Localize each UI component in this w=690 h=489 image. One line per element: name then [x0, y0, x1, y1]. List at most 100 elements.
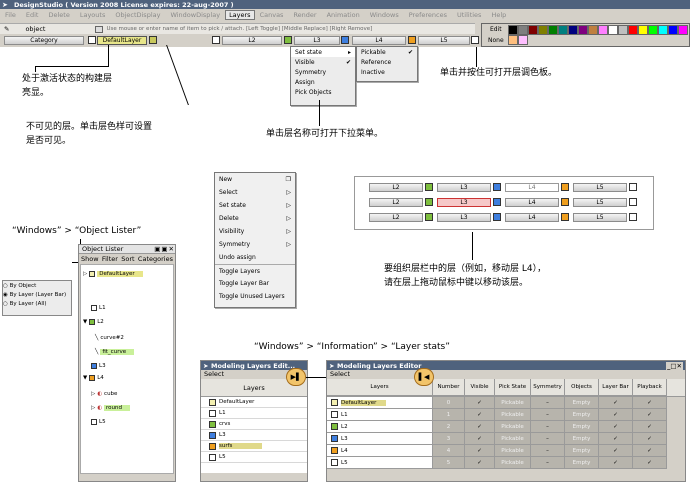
- palette-color-swatch[interactable]: [628, 25, 638, 35]
- layer-button-l2[interactable]: L2: [222, 36, 282, 45]
- mle-small-layer-row[interactable]: crvs: [201, 419, 307, 430]
- layer-swatch-icon[interactable]: [91, 418, 97, 425]
- layer-button-l5[interactable]: L5: [418, 36, 470, 45]
- object-lister-tree-item[interactable]: ▷ DefaultLayer: [83, 269, 143, 278]
- palette-color-swatch[interactable]: [668, 25, 678, 35]
- layer-swatch-icon[interactable]: [209, 453, 216, 461]
- layer-swatch-icon[interactable]: [89, 318, 96, 325]
- layer-swatch-icon[interactable]: [209, 420, 216, 428]
- reorder-layer-swatch[interactable]: [425, 213, 433, 221]
- palette-color-swatch[interactable]: [598, 25, 608, 35]
- layer-name-cell[interactable]: DefaultLayer: [327, 397, 433, 409]
- object-lister-menu-item[interactable]: Filter: [102, 255, 118, 263]
- menu-animation[interactable]: Animation: [322, 11, 365, 19]
- layer-button-default[interactable]: DefaultLayer: [97, 36, 147, 45]
- palette-color-swatch[interactable]: [568, 25, 578, 35]
- layer-swatch-icon[interactable]: [331, 435, 338, 442]
- layer-swatch-icon[interactable]: [209, 409, 216, 417]
- object-lister-menu-item[interactable]: Sort: [121, 255, 134, 263]
- reorder-layer-swatch[interactable]: [561, 198, 569, 206]
- object-lister-tree-item[interactable]: ▷ ◐ round: [91, 403, 131, 412]
- layer-swatch-icon[interactable]: [91, 362, 97, 369]
- menu-symmetry[interactable]: Symmetry: [291, 67, 355, 77]
- object-lister-tree-item[interactable]: L5: [91, 417, 106, 426]
- layer-name-cell[interactable]: L2: [327, 421, 433, 433]
- mle-toggle-button-small[interactable]: ▶▌: [286, 368, 306, 386]
- column-header[interactable]: Layer Bar: [599, 379, 633, 396]
- column-header[interactable]: Symmetry: [531, 379, 565, 396]
- palette-color-swatch[interactable]: [558, 25, 568, 35]
- mle-big-row[interactable]: L2 2 ✓ Pickable – Empty ✓ ✓: [327, 421, 685, 433]
- mle-big-row[interactable]: L1 1 ✓ Pickable – Empty ✓ ✓: [327, 409, 685, 421]
- radio-by-layer-bar[interactable]: ◉ By Layer (Layer Bar): [3, 290, 71, 299]
- palette-color-swatch[interactable]: [648, 25, 658, 35]
- context-menu-item[interactable]: Symmetry ▷: [215, 238, 295, 251]
- palette-color-swatch[interactable]: [528, 25, 538, 35]
- reorder-layer-button[interactable]: L5: [573, 183, 627, 192]
- pick-icon[interactable]: ✎: [4, 25, 9, 33]
- expand-icon[interactable]: ▼: [83, 319, 87, 325]
- layer-name-cell[interactable]: L5: [327, 457, 433, 469]
- column-header[interactable]: Number: [433, 379, 465, 396]
- window-controls-icon[interactable]: _□✕: [666, 361, 683, 370]
- context-menu-item[interactable]: Delete ▷: [215, 212, 295, 225]
- object-lister-tree-item[interactable]: ▷ ◐ cube: [91, 389, 117, 398]
- menu-windows[interactable]: Windows: [365, 11, 404, 19]
- layer-button-l4[interactable]: L4: [352, 36, 406, 45]
- layer-swatch-icon[interactable]: [209, 398, 216, 406]
- reorder-layer-button[interactable]: L5: [573, 213, 627, 222]
- palette-color-swatch[interactable]: [508, 35, 518, 45]
- reorder-layer-button[interactable]: L2: [369, 198, 423, 207]
- expand-icon[interactable]: ▼: [83, 375, 87, 381]
- menu-file[interactable]: File: [0, 11, 21, 19]
- expand-icon[interactable]: ▷: [83, 271, 87, 277]
- menu-edit[interactable]: Edit: [21, 11, 44, 19]
- expand-icon[interactable]: ▷: [91, 405, 95, 411]
- palette-color-swatch[interactable]: [518, 35, 528, 45]
- menu-assign[interactable]: Assign: [291, 77, 355, 87]
- palette-color-swatch[interactable]: [548, 25, 558, 35]
- mle-big-row[interactable]: L3 3 ✓ Pickable – Empty ✓ ✓: [327, 433, 685, 445]
- reorder-layer-swatch[interactable]: [425, 198, 433, 206]
- layer-swatch-icon[interactable]: [89, 270, 96, 277]
- object-lister-tree-item[interactable]: ╲ fit_curve: [95, 347, 135, 356]
- menu-preferences[interactable]: Preferences: [404, 11, 452, 19]
- palette-color-swatch[interactable]: [678, 25, 688, 35]
- context-menu-item[interactable]: New ❐: [215, 173, 295, 186]
- menu-objectdisplay[interactable]: ObjectDisplay: [110, 11, 165, 19]
- layer-swatch-l3[interactable]: [341, 36, 349, 44]
- window-controls-icon[interactable]: ▣▣✕: [154, 245, 175, 253]
- radio-by-object[interactable]: ○ By Object: [3, 281, 71, 290]
- menu-layouts[interactable]: Layouts: [75, 11, 110, 19]
- layer-swatch-icon[interactable]: [331, 447, 338, 454]
- reorder-layer-button[interactable]: L3: [437, 198, 491, 207]
- reorder-layer-button[interactable]: L2: [369, 183, 423, 192]
- reorder-layer-swatch[interactable]: [425, 183, 433, 191]
- reorder-layer-swatch[interactable]: [561, 183, 569, 191]
- reorder-layer-swatch[interactable]: [493, 213, 501, 221]
- layer-swatch-icon[interactable]: [209, 442, 216, 450]
- pick-toggle-icon[interactable]: [95, 25, 104, 33]
- layer-swatch-icon[interactable]: [91, 304, 97, 311]
- reorder-layer-button[interactable]: L3: [437, 213, 491, 222]
- reorder-layer-swatch[interactable]: [629, 183, 637, 191]
- layer-swatch-icon[interactable]: [89, 374, 96, 381]
- layer-swatch-l4[interactable]: [408, 36, 416, 44]
- mle-big-row[interactable]: L4 4 ✓ Pickable – Empty ✓ ✓: [327, 445, 685, 457]
- layer-swatch-l1[interactable]: [212, 36, 220, 44]
- reorder-layer-button[interactable]: L2: [369, 213, 423, 222]
- palette-color-swatch[interactable]: [518, 25, 528, 35]
- reorder-layer-swatch[interactable]: [493, 198, 501, 206]
- layer-swatch-icon[interactable]: [331, 399, 338, 406]
- context-menu-item[interactable]: Undo assign: [215, 251, 295, 264]
- reorder-layer-swatch[interactable]: [629, 198, 637, 206]
- menu-delete[interactable]: Delete: [43, 11, 74, 19]
- menu-set-state[interactable]: Set state ▸: [291, 47, 355, 57]
- default-layer-color-swatch[interactable]: [149, 36, 157, 44]
- mle-small-layer-row[interactable]: L5: [201, 452, 307, 463]
- layer-swatch-icon[interactable]: [331, 411, 338, 418]
- object-lister-tree-item[interactable]: ▼ L4: [83, 373, 104, 382]
- palette-color-swatch[interactable]: [638, 25, 648, 35]
- reorder-layer-button[interactable]: L3: [437, 183, 491, 192]
- radio-by-layer-all[interactable]: ○ By Layer (All): [3, 299, 71, 308]
